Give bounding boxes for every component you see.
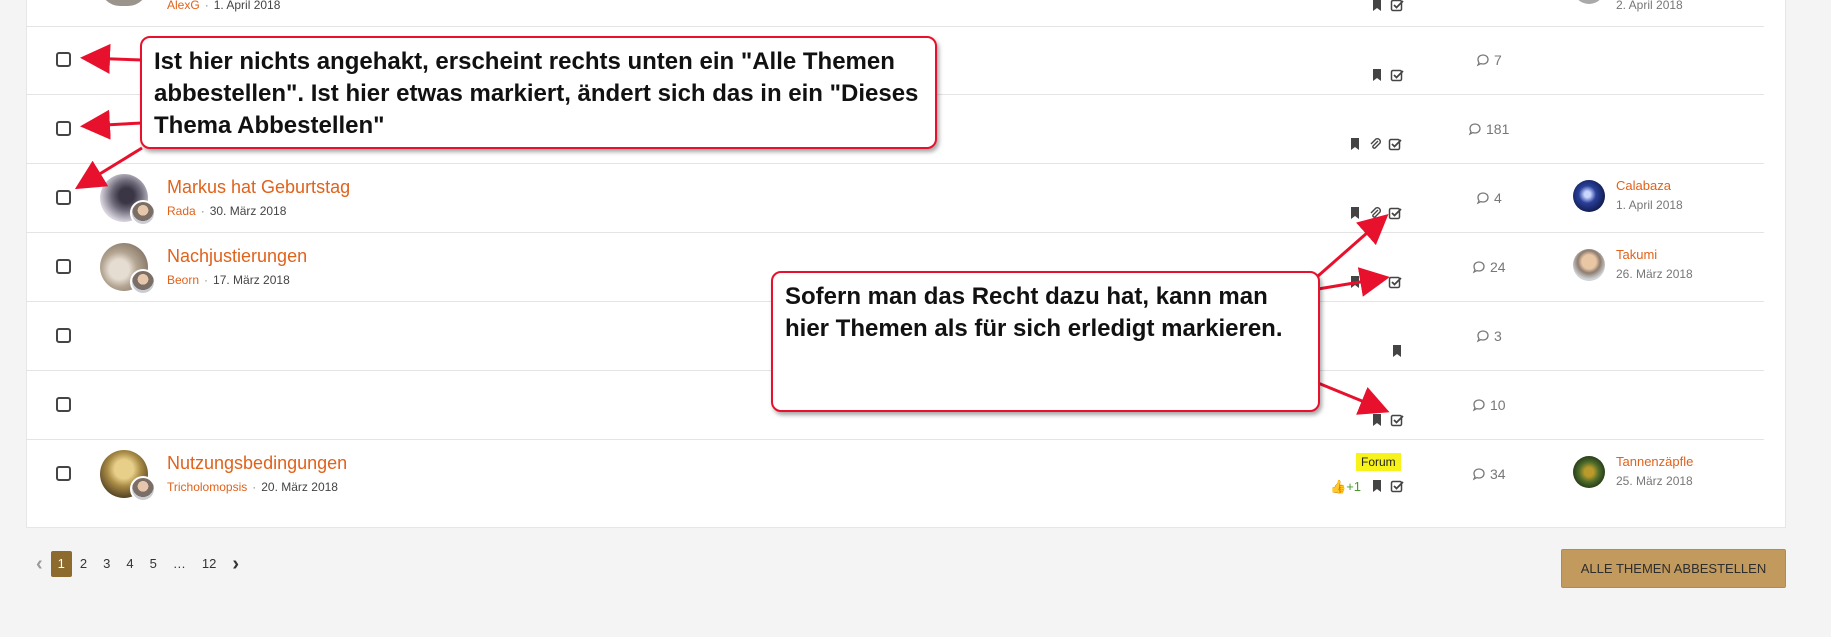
arrow (1317, 267, 1390, 297)
arrow (74, 146, 143, 190)
annotation-callout-top: Ist hier nichts angehakt, erscheint rech… (140, 36, 937, 149)
arrow (80, 43, 143, 74)
arrow (1317, 214, 1389, 278)
arrow (80, 109, 143, 140)
arrow (1317, 381, 1390, 415)
annotation-callout-right: Sofern man das Recht dazu hat, kann man … (771, 271, 1320, 412)
